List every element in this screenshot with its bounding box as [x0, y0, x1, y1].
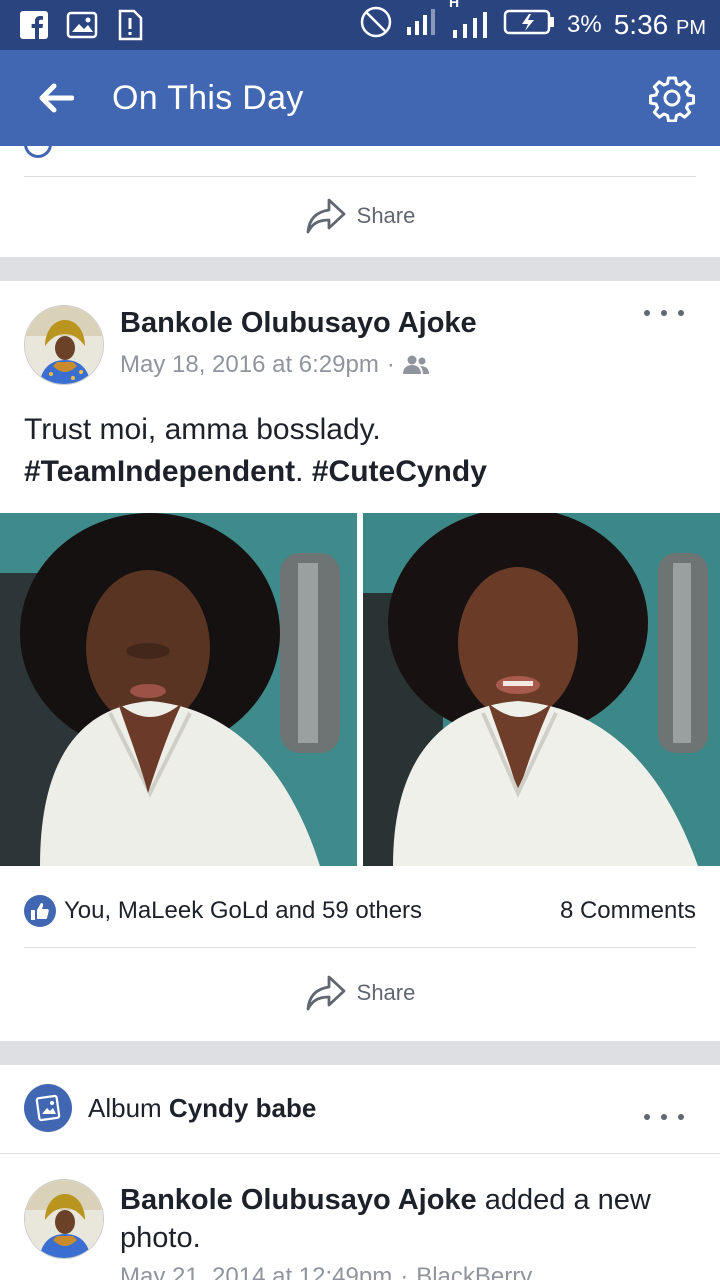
share-button[interactable]: Share — [0, 961, 720, 1025]
photo-grid — [0, 513, 720, 866]
hashtag-link[interactable]: #TeamIndependent — [24, 455, 295, 488]
feed[interactable]: Share Bankole Olubusayo Ajoke May 18, 20… — [0, 146, 720, 1280]
album-name[interactable]: Cyndy babe — [169, 1093, 316, 1123]
post-source: BlackBerry — [416, 1263, 533, 1280]
facebook-notification-icon — [18, 9, 50, 41]
do-not-disturb-icon — [359, 5, 393, 46]
post-card: Bankole Olubusayo Ajoke May 18, 2016 at … — [0, 281, 720, 1041]
battery-icon — [503, 9, 555, 42]
clock: 5:36 PM — [614, 9, 706, 41]
hashtag-link[interactable]: #CuteCyndy — [312, 455, 487, 488]
comments-count[interactable]: 8 Comments — [560, 897, 696, 925]
dot — [661, 310, 667, 316]
author-name[interactable]: Bankole Olubusayo Ajoke — [120, 307, 477, 340]
post-timestamp[interactable]: May 18, 2016 at 6:29pm — [120, 351, 379, 379]
post-photo[interactable] — [363, 513, 720, 866]
post-meta: May 21, 2014 at 12:49pm · BlackBerry — [120, 1263, 532, 1280]
dot — [678, 310, 684, 316]
share-icon — [306, 975, 346, 1011]
post-timestamp[interactable]: May 21, 2014 at 12:49pm — [120, 1263, 392, 1280]
card-separator — [0, 1041, 720, 1065]
network-type: H — [449, 0, 460, 10]
status-bar: H 3% 5:36 PM — [0, 0, 720, 50]
share-icon — [306, 198, 346, 234]
reactions-bar[interactable]: You, MaLeek GoLd and 59 others 8 Comment… — [24, 881, 696, 941]
author-avatar[interactable] — [24, 1179, 104, 1259]
back-button[interactable] — [0, 50, 112, 146]
settings-button[interactable] — [624, 50, 720, 146]
dot — [644, 1114, 650, 1120]
battery-percent: 3% — [567, 11, 602, 38]
divider — [0, 1153, 720, 1154]
back-arrow-icon — [39, 83, 74, 113]
signal-icon — [405, 8, 439, 42]
divider — [24, 176, 696, 177]
dot — [661, 1114, 667, 1120]
meta-separator: · — [400, 1263, 409, 1280]
app-bar: On This Day — [0, 50, 720, 146]
gear-icon — [649, 76, 695, 122]
post-text: Trust moi, amma bosslady. #TeamIndepende… — [24, 409, 487, 493]
share-button[interactable]: Share — [0, 190, 720, 242]
post-meta: May 18, 2016 at 6:29pm · — [120, 351, 429, 379]
author-avatar[interactable] — [24, 305, 104, 385]
post-text-plain: Trust moi, amma bosslady. — [24, 413, 381, 446]
friends-audience-icon — [402, 355, 429, 374]
dot — [678, 1114, 684, 1120]
album-header[interactable]: Album Cyndy babe — [24, 1083, 316, 1133]
album-title: Album Cyndy babe — [88, 1093, 316, 1124]
album-prefix: Album — [88, 1092, 169, 1123]
alert-notification-icon — [114, 9, 146, 41]
clock-ampm: PM — [676, 17, 706, 39]
image-notification-icon — [66, 9, 98, 41]
post-photo[interactable] — [0, 513, 357, 866]
post-text-mid: . — [295, 455, 312, 488]
like-reaction-icon — [24, 895, 56, 927]
clock-time: 5:36 — [613, 9, 669, 40]
reactions-summary[interactable]: You, MaLeek GoLd and 59 others — [64, 897, 422, 925]
dot — [644, 310, 650, 316]
divider — [24, 947, 696, 948]
signal-icon-h: H — [449, 0, 491, 38]
share-label: Share — [356, 980, 416, 1005]
album-icon — [24, 1084, 72, 1132]
page-title: On This Day — [112, 78, 304, 117]
post-options-button[interactable] — [644, 301, 684, 325]
activity-text: Bankole Olubusayo Ajoke added a new phot… — [120, 1181, 690, 1257]
previous-post-card: Share — [0, 146, 720, 257]
share-label: Share — [356, 203, 416, 228]
author-name[interactable]: Bankole Olubusayo Ajoke — [120, 1184, 477, 1216]
album-post-card: Album Cyndy babe Bankole Olubusayo Ajoke… — [0, 1065, 720, 1280]
card-separator — [0, 257, 720, 281]
album-options-button[interactable] — [644, 1105, 684, 1129]
meta-separator: · — [386, 351, 395, 378]
partial-avatar — [24, 146, 52, 158]
